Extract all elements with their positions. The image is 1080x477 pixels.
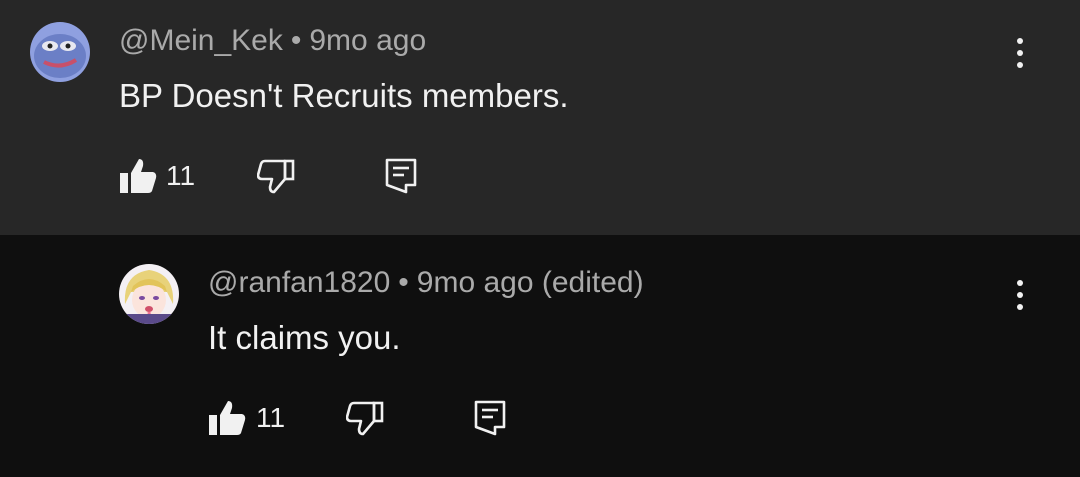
- avatar[interactable]: [119, 264, 179, 324]
- comment-age: 9mo ago (edited): [416, 266, 644, 299]
- thumb-up-icon: [209, 401, 246, 435]
- dot: [1017, 304, 1023, 310]
- reply-icon: [474, 400, 506, 436]
- more-options-button[interactable]: [1005, 30, 1035, 76]
- reply-button[interactable]: [473, 399, 507, 442]
- author-handle[interactable]: @ranfan1820: [208, 266, 390, 299]
- dislike-button[interactable]: [345, 400, 384, 441]
- comment-thread-parent: @Mein_Kek • 9mo ago BP Doesn't Recruits me…: [0, 0, 1080, 235]
- dot: [1017, 50, 1023, 56]
- meta-separator: •: [398, 266, 409, 299]
- comment-meta: @ranfan1820 • 9mo ago (edited): [208, 266, 644, 300]
- thumb-down-icon: [345, 401, 384, 436]
- like-button[interactable]: [119, 158, 157, 199]
- meta-separator: •: [290, 24, 302, 57]
- like-count: 11: [256, 402, 286, 433]
- avatar[interactable]: [30, 22, 90, 82]
- comment-text: BP Doesn't Recruits members.: [119, 77, 569, 114]
- comment-text: It claims you.: [208, 319, 401, 356]
- dot: [1017, 38, 1023, 44]
- comment-thread-reply: @ranfan1820 • 9mo ago (edited) It claims y…: [0, 235, 1080, 477]
- reply-button[interactable]: [384, 157, 418, 200]
- thumb-down-icon: [256, 159, 295, 194]
- dot: [1017, 292, 1023, 298]
- dislike-button[interactable]: [256, 158, 295, 199]
- author-handle[interactable]: @Mein_Kek: [119, 24, 283, 57]
- like-button[interactable]: [208, 400, 246, 441]
- dot: [1017, 280, 1023, 286]
- like-count: 11: [166, 160, 196, 191]
- reply-icon: [385, 158, 417, 194]
- comment-age: 9mo ago: [309, 24, 427, 57]
- dot: [1017, 62, 1023, 68]
- thumb-up-icon: [120, 159, 157, 193]
- more-options-button[interactable]: [1005, 272, 1035, 318]
- comment-meta: @Mein_Kek • 9mo ago: [119, 24, 426, 58]
